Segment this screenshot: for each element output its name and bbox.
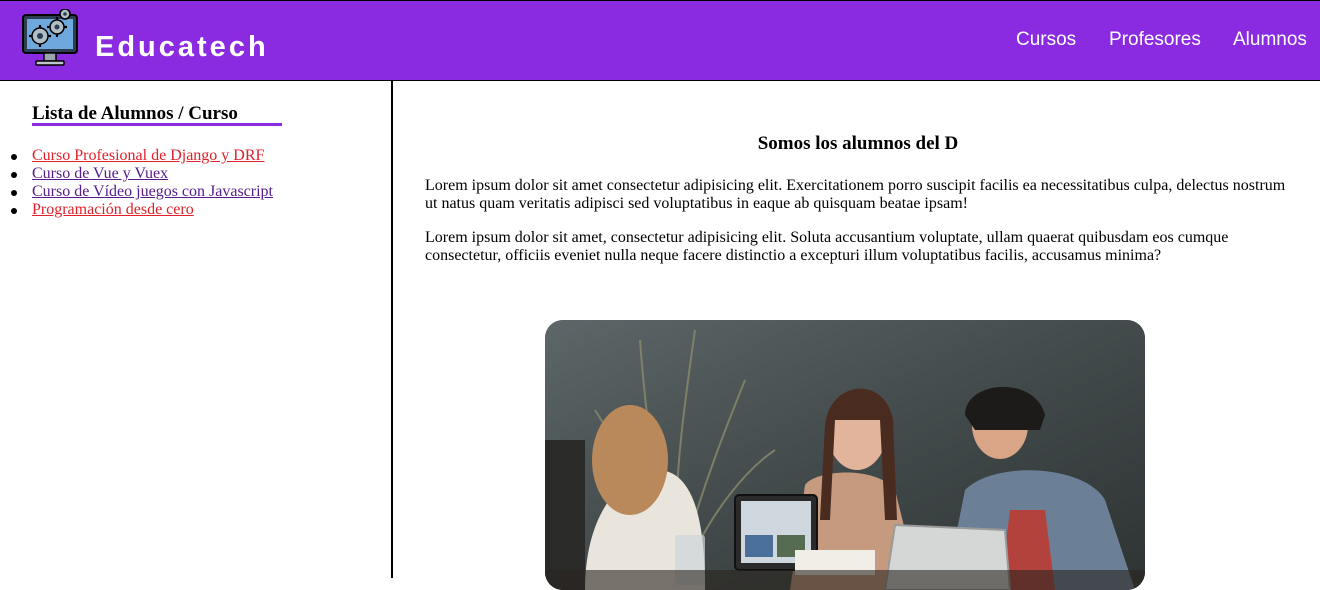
nav-link-cursos[interactable]: Cursos	[1016, 28, 1076, 52]
list-item: Curso Profesional de Django y DRF	[0, 147, 273, 165]
brand-name[interactable]: Educatech	[95, 27, 269, 67]
intro-paragraph-1: Lorem ipsum dolor sit amet consectetur a…	[425, 177, 1286, 212]
course-link-django[interactable]: Curso Profesional de Django y DRF	[32, 147, 264, 164]
page-title: Somos los alumnos del D	[757, 133, 959, 154]
nav-link-alumnos[interactable]: Alumnos	[1233, 28, 1307, 52]
list-item: Curso de Vue y Vuex	[0, 165, 273, 183]
list-item: Programación desde cero	[0, 201, 273, 219]
course-list: Curso Profesional de Django y DRF Curso …	[0, 147, 273, 219]
navbar: Educatech Cursos Profesores Alumnos	[0, 0, 1320, 81]
course-link-videojuegos[interactable]: Curso de Vídeo juegos con Javascript	[32, 183, 273, 200]
intro-paragraph-2: Lorem ipsum dolor sit amet, consectetur …	[425, 229, 1229, 264]
main-content: Somos los alumnos del D Lorem ipsum dolo…	[393, 81, 1320, 590]
students-photo	[545, 320, 1145, 590]
nav-link-profesores[interactable]: Profesores	[1109, 28, 1201, 52]
computer-gears-logo-icon[interactable]	[20, 8, 80, 69]
course-link-programacion[interactable]: Programación desde cero	[32, 201, 194, 218]
course-link-vue[interactable]: Curso de Vue y Vuex	[32, 165, 168, 182]
title-underline	[32, 123, 282, 126]
sidebar: Lista de Alumnos / Curso Curso Profesion…	[0, 81, 391, 578]
list-item: Curso de Vídeo juegos con Javascript	[0, 183, 273, 201]
